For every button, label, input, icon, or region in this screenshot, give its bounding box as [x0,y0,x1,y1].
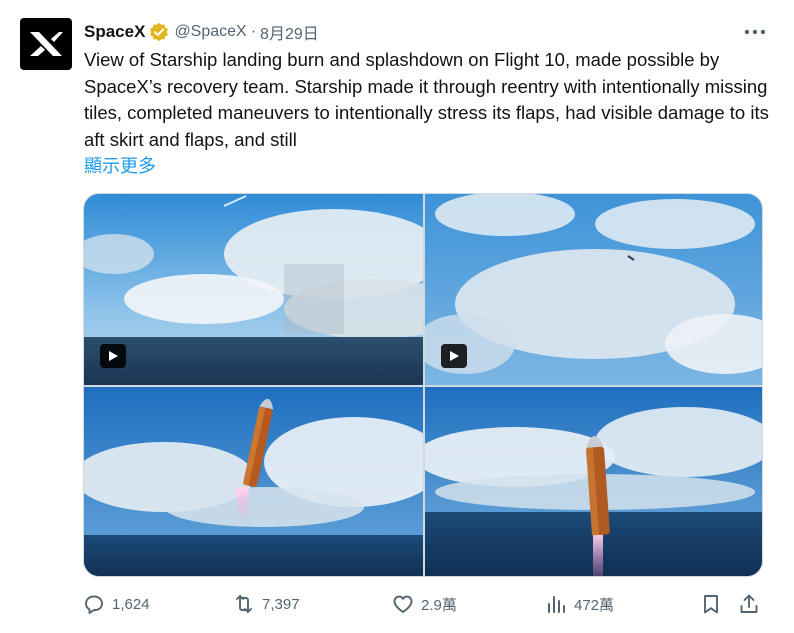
reply-count: 1,624 [112,595,150,613]
reply-icon [85,595,103,614]
display-name[interactable]: SpaceX [84,22,145,42]
verified-badge-icon[interactable] [149,22,169,42]
media-image-4[interactable] [425,387,762,576]
retweet-button[interactable]: 7,397 [232,592,300,616]
tweet-actions: 1,624 7,397 2.9萬 472萬 [80,592,770,620]
timestamp[interactable]: 8月29日 [260,20,319,44]
share-button[interactable] [737,592,761,616]
view-count: 472萬 [574,596,615,614]
separator-dot: · [250,23,257,40]
tweet-header: SpaceX @SpaceX · 8月29日 [84,20,774,44]
like-button[interactable]: 2.9萬 [391,592,457,616]
bookmark-button[interactable] [699,592,723,616]
like-count: 2.9萬 [421,596,457,614]
media-video-2[interactable] [425,194,762,385]
show-more-link[interactable]: 顯示更多 [84,152,156,178]
share-icon [740,594,758,613]
retweet-icon [236,595,252,613]
avatar[interactable] [20,18,72,70]
media-video-1[interactable] [84,194,423,385]
reply-button[interactable]: 1,624 [82,592,150,616]
more-options-icon[interactable] [740,18,770,46]
spacex-x-logo [30,32,63,56]
views-button[interactable]: 472萬 [544,592,614,616]
tweet-text: View of Starship landing burn and splash… [84,49,769,150]
media-image-3[interactable] [84,387,423,576]
views-chart-icon [548,596,565,613]
bookmark-icon [704,595,718,614]
play-icon[interactable] [100,344,126,368]
play-icon[interactable] [441,344,467,368]
retweet-count: 7,397 [262,595,300,613]
handle[interactable]: @SpaceX [174,23,246,41]
media-grid [83,193,763,577]
heart-icon [393,595,413,613]
